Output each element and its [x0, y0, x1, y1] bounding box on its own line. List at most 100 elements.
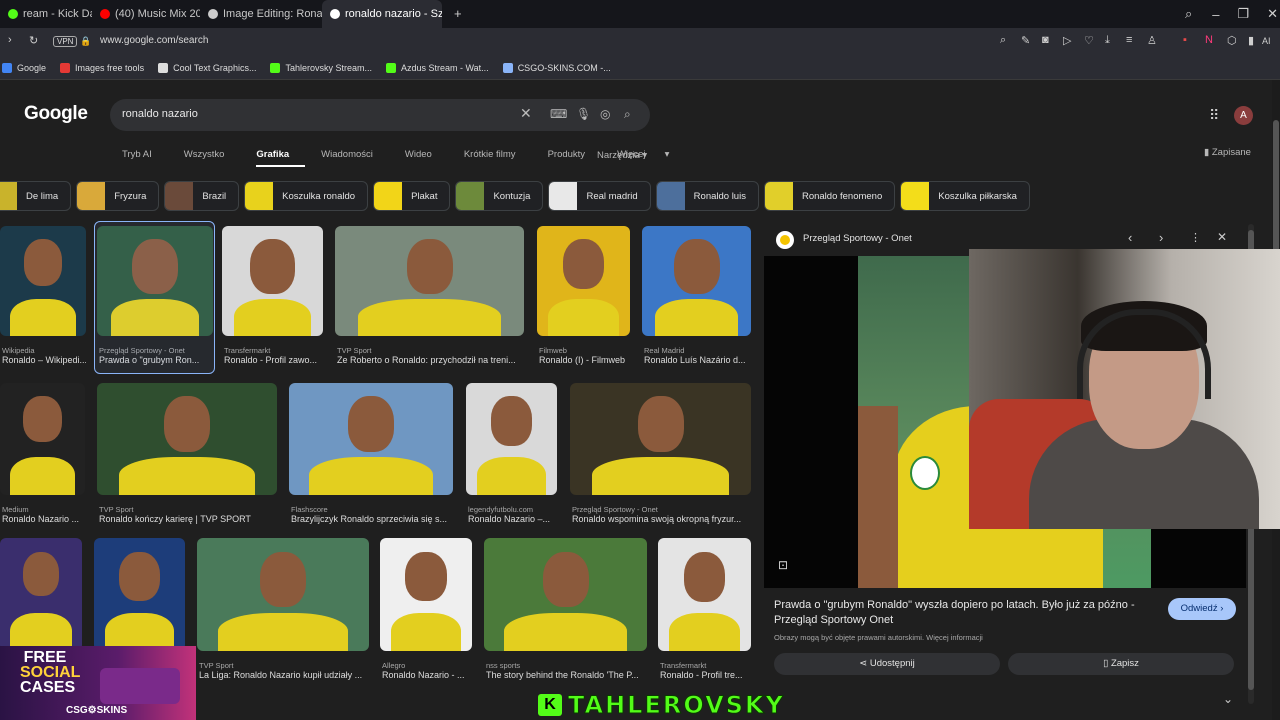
related-chip[interactable]: Kontuzja: [455, 181, 544, 211]
panel-title[interactable]: Prawda o "grubym Ronaldo" wyszła dopiero…: [774, 598, 1154, 628]
visit-button[interactable]: Odwiedź ›: [1168, 598, 1236, 620]
image-result[interactable]: TVP Sport La Liga: Ronaldo Nazario kupił …: [197, 538, 369, 687]
related-chip[interactable]: De lima: [0, 181, 72, 211]
extension-n-icon[interactable]: N: [1205, 34, 1213, 46]
search-icon[interactable]: ⌕: [624, 107, 631, 122]
search-box[interactable]: ronaldo nazario ✕ ⌨ 🎙 ◎ ⌕: [110, 99, 650, 131]
result-thumbnail[interactable]: [94, 538, 185, 651]
bookmark-item[interactable]: Azdus Stream - Wat...: [385, 62, 489, 73]
result-thumbnail[interactable]: [222, 226, 323, 336]
ai-button[interactable]: AI: [1262, 36, 1271, 46]
lens-icon[interactable]: ◎: [600, 107, 610, 121]
tab-krótkie-filmy[interactable]: Krótkie filmy: [464, 149, 532, 167]
play-icon[interactable]: ▷: [1063, 34, 1071, 47]
download-icon[interactable]: ⤓: [1105, 34, 1110, 47]
result-thumbnail[interactable]: [466, 383, 557, 495]
save-button[interactable]: ▯ Zapisz: [1008, 653, 1234, 675]
result-thumbnail[interactable]: [537, 226, 630, 336]
image-result[interactable]: Filmweb Ronaldo (I) - Filmweb: [537, 226, 630, 372]
camera-icon[interactable]: ◙: [1042, 34, 1049, 46]
image-result[interactable]: Medium Ronaldo Nazario ...: [0, 383, 85, 531]
image-result[interactable]: TVP Sport Ronaldo kończy karierę | TVP SP…: [97, 383, 277, 531]
result-source[interactable]: TVP Sport: [99, 505, 277, 514]
new-tab-icon[interactable]: +: [454, 6, 462, 21]
share-button[interactable]: ⋖ Udostępnij: [774, 653, 1000, 675]
result-title[interactable]: Ronaldo Luís Nazário d...: [644, 355, 751, 365]
result-thumbnail[interactable]: [0, 226, 86, 336]
sidebar-icon[interactable]: ▮: [1248, 34, 1254, 47]
bookmark-item[interactable]: Tahlerovsky Stream...: [270, 62, 372, 73]
result-source[interactable]: TVP Sport: [337, 346, 524, 355]
lock-icon[interactable]: 🔒: [80, 36, 91, 47]
related-chip[interactable]: Koszulka ronaldo: [244, 181, 369, 211]
result-thumbnail[interactable]: [197, 538, 369, 651]
prev-icon[interactable]: ‹: [1128, 230, 1132, 245]
related-chip[interactable]: Brazil: [164, 181, 240, 211]
result-source[interactable]: Wikipedia: [2, 346, 86, 355]
result-source[interactable]: Allegro: [382, 661, 472, 670]
result-thumbnail[interactable]: [484, 538, 647, 651]
lens-search-icon[interactable]: ⊡: [778, 558, 788, 572]
maximize-icon[interactable]: ❐: [1238, 6, 1250, 22]
tools-menu[interactable]: Narzędzia ▾: [597, 150, 647, 161]
result-thumbnail[interactable]: [380, 538, 472, 651]
google-logo[interactable]: Google: [24, 103, 88, 125]
result-title[interactable]: Ronaldo Nazario –...: [468, 514, 557, 524]
browser-tab[interactable]: (40) Music Mix 2025: [92, 0, 200, 28]
avatar[interactable]: A: [1234, 106, 1253, 125]
forward-icon[interactable]: ›: [8, 34, 12, 46]
search-input[interactable]: ronaldo nazario: [122, 108, 198, 120]
bookmark-item[interactable]: Images free tools: [60, 62, 144, 73]
image-result[interactable]: Allegro Ronaldo Nazario - ...: [380, 538, 472, 687]
keyboard-icon[interactable]: ⌨: [550, 107, 567, 121]
tab-wiadomości[interactable]: Wiadomości: [321, 149, 389, 167]
browser-tab[interactable]: ream - Kick Dashboard: [0, 0, 92, 28]
result-source[interactable]: Transfermarkt: [660, 661, 751, 670]
result-source[interactable]: Medium: [2, 505, 85, 514]
tab-wszystko[interactable]: Wszystko: [184, 149, 241, 167]
url-field[interactable]: www.google.com/search: [100, 35, 208, 46]
result-title[interactable]: Ronaldo wspomina swoją okropną fryzur...: [572, 514, 751, 524]
close-panel-icon[interactable]: ✕: [1217, 230, 1227, 244]
related-chip[interactable]: Ronaldo fenomeno: [763, 181, 896, 211]
result-title[interactable]: Ze Roberto o Ronaldo: przychodził na tre…: [337, 355, 524, 365]
result-source[interactable]: Flashscore: [291, 505, 453, 514]
result-thumbnail[interactable]: [97, 383, 277, 495]
minimize-icon[interactable]: –: [1212, 7, 1219, 22]
extension-icon[interactable]: ▪: [1183, 34, 1187, 46]
zoom-icon[interactable]: ⌕: [1000, 34, 1006, 47]
result-title[interactable]: Ronaldo Nazario - ...: [382, 670, 472, 680]
result-thumbnail[interactable]: [570, 383, 751, 495]
image-result[interactable]: Flashscore Brazylijczyk Ronaldo sprzeciwi…: [289, 383, 453, 531]
related-chip[interactable]: Koszulka piłkarska: [900, 181, 1030, 211]
browser-tab[interactable]: Image Editing: Ronaldo N: [200, 0, 322, 28]
reload-icon[interactable]: ↻: [29, 34, 38, 47]
mic-icon[interactable]: 🎙: [576, 107, 591, 121]
tab-produkty[interactable]: Produkty: [548, 149, 602, 167]
saved-link[interactable]: ▮ Zapisane: [1204, 147, 1251, 158]
result-thumbnail[interactable]: [0, 538, 82, 651]
related-chip[interactable]: Ronaldo luis: [655, 181, 759, 211]
result-title[interactable]: Brazylijczyk Ronaldo sprzeciwia się s...: [291, 514, 453, 524]
tab-tryb-ai[interactable]: Tryb AI: [122, 149, 168, 167]
result-source[interactable]: nss sports: [486, 661, 647, 670]
more-options-icon[interactable]: ⋮: [1190, 231, 1201, 244]
image-result[interactable]: Real Madrid Ronaldo Luís Nazário d...: [642, 226, 751, 372]
image-result[interactable]: TVP Sport Ze Roberto o Ronaldo: przychodz…: [335, 226, 524, 372]
browser-tab[interactable]: ronaldo nazario - Szukaj: [322, 0, 442, 28]
result-title[interactable]: The story behind the Ronaldo 'The P...: [486, 670, 647, 680]
panel-source[interactable]: Przegląd Sportowy - Onet: [803, 233, 912, 244]
result-thumbnail[interactable]: [0, 383, 85, 495]
related-chip[interactable]: Plakat: [373, 181, 451, 211]
extensions-icon[interactable]: ⬡: [1227, 34, 1237, 47]
result-title[interactable]: Ronaldo Nazario ...: [2, 514, 85, 524]
result-title[interactable]: Ronaldo - Profil zawo...: [224, 355, 323, 365]
clear-icon[interactable]: ✕: [520, 105, 532, 122]
result-source[interactable]: legendyfutbolu.com: [468, 505, 557, 514]
result-title[interactable]: Ronaldo kończy karierę | TVP SPORT: [99, 514, 277, 524]
result-thumbnail[interactable]: [658, 538, 751, 651]
heart-icon[interactable]: ♡: [1084, 34, 1094, 47]
edit-icon[interactable]: ✎: [1021, 34, 1030, 47]
related-chip[interactable]: Fryzura: [76, 181, 160, 211]
result-title[interactable]: Ronaldo (I) - Filmweb: [539, 355, 630, 365]
